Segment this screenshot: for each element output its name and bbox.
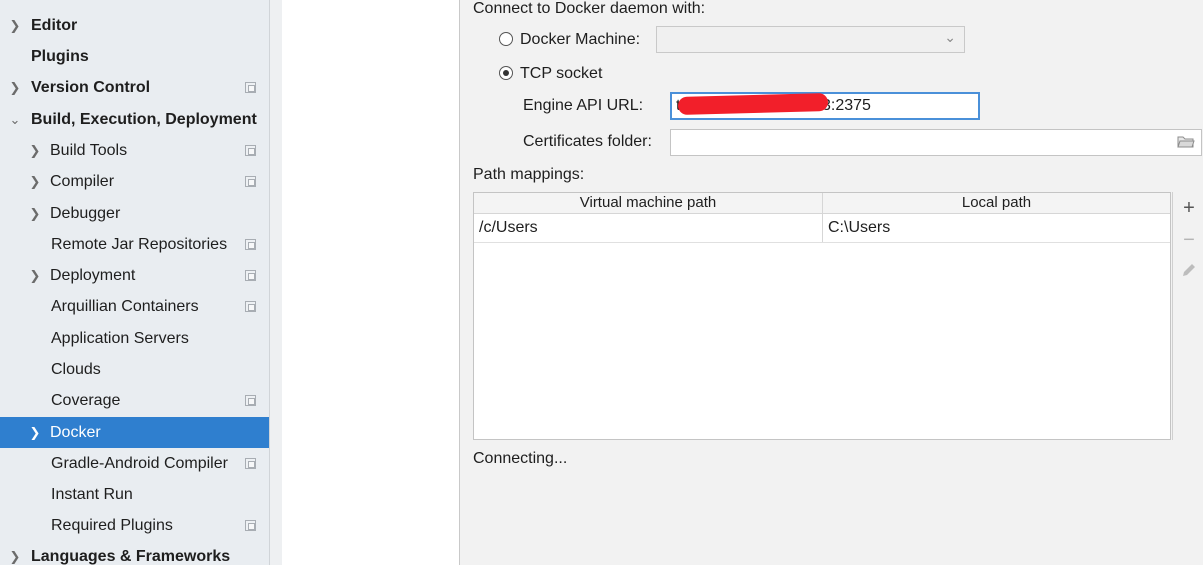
copy-icon xyxy=(245,301,256,312)
sidebar-item-deployment[interactable]: ❯ Deployment xyxy=(0,260,269,291)
chevron-down-icon: ⌄ xyxy=(944,29,956,45)
connection-status: Connecting... xyxy=(473,450,568,467)
chevron-right-icon: ❯ xyxy=(29,268,41,283)
sidebar-item-remote-jar-repositories[interactable]: Remote Jar Repositories xyxy=(0,229,269,260)
sidebar-item-languages-frameworks[interactable]: ❯ Languages & Frameworks xyxy=(0,541,269,565)
sidebar-item-label: Deployment xyxy=(50,267,136,284)
sidebar-item-application-servers[interactable]: Application Servers xyxy=(0,323,269,354)
vm-path-cell[interactable]: /c/Users xyxy=(479,214,538,242)
sidebar-item-label: Remote Jar Repositories xyxy=(51,236,228,253)
sidebar-item-label: Editor xyxy=(31,17,78,34)
sidebar-item-arquillian-containers[interactable]: Arquillian Containers xyxy=(0,291,269,322)
sidebar-item-build-execution-deployment[interactable]: ⌄ Build, Execution, Deployment xyxy=(0,104,269,135)
sidebar-item-editor[interactable]: ❯ Editor xyxy=(0,10,269,41)
column-divider xyxy=(822,193,823,242)
sidebar-item-label: Docker xyxy=(50,424,101,441)
copy-icon xyxy=(245,82,256,93)
chevron-right-icon: ❯ xyxy=(9,18,21,33)
sidebar-item-gradle-android-compiler[interactable]: Gradle-Android Compiler xyxy=(0,448,269,479)
copy-icon xyxy=(245,270,256,281)
sidebar-item-required-plugins[interactable]: Required Plugins xyxy=(0,510,269,541)
copy-icon xyxy=(245,520,256,531)
remove-icon[interactable]: − xyxy=(1177,228,1201,252)
sidebar-item-label: Gradle-Android Compiler xyxy=(51,455,228,472)
chevron-right-icon: ❯ xyxy=(29,143,41,158)
copy-icon xyxy=(245,395,256,406)
chevron-right-icon: › xyxy=(8,0,22,10)
sidebar-item-debugger[interactable]: ❯ Debugger xyxy=(0,198,269,229)
chevron-right-icon: ❯ xyxy=(9,80,21,95)
path-mappings-label: Path mappings: xyxy=(473,166,585,183)
sidebar-item-label: Application Servers xyxy=(51,330,189,347)
copy-icon xyxy=(245,458,256,469)
sidebar-item-label: Build, Execution, Deployment xyxy=(31,111,257,128)
settings-sidebar: › ❯ Editor Plugins ❯ Version Control ⌄ B… xyxy=(0,0,270,565)
tcp-socket-radio[interactable] xyxy=(499,66,513,80)
certificates-folder-label: Certificates folder: xyxy=(523,133,652,150)
certificates-folder-input[interactable] xyxy=(670,129,1202,156)
folder-icon[interactable] xyxy=(1177,135,1195,149)
engine-api-url-end: 3:2375 xyxy=(822,97,871,114)
sidebar-item-instant-run[interactable]: Instant Run xyxy=(0,479,269,510)
column-header-vm-path[interactable]: Virtual machine path xyxy=(474,193,822,213)
copy-icon xyxy=(245,145,256,156)
sidebar-item-clouds[interactable]: Clouds xyxy=(0,354,269,385)
add-icon[interactable]: + xyxy=(1177,196,1201,220)
sidebar-item-label: Compiler xyxy=(50,173,115,190)
engine-api-url-label: Engine API URL: xyxy=(523,97,644,114)
sidebar-item-label: Build Tools xyxy=(50,142,128,159)
table-toolbar: + − xyxy=(1172,192,1203,440)
sidebar-item-label: Arquillian Containers xyxy=(51,298,199,315)
sidebar-item-label: Clouds xyxy=(51,361,101,378)
docker-machine-label[interactable]: Docker Machine: xyxy=(520,31,640,49)
sidebar-item-label: Plugins xyxy=(31,48,89,65)
column-header-local-path[interactable]: Local path xyxy=(823,193,1170,213)
chevron-right-icon: ❯ xyxy=(29,174,41,189)
copy-icon xyxy=(245,176,256,187)
sidebar-item-label: Debugger xyxy=(50,205,121,222)
connect-label: Connect to Docker daemon with: xyxy=(473,0,706,17)
sidebar-item-label: Coverage xyxy=(51,392,121,409)
docker-machine-radio[interactable] xyxy=(499,32,513,46)
chevron-down-icon: ⌄ xyxy=(9,112,21,127)
sidebar-item-label: Instant Run xyxy=(51,486,133,503)
sidebar-item-label: Required Plugins xyxy=(51,517,173,534)
copy-icon xyxy=(245,239,256,250)
sidebar-item-label: Version Control xyxy=(31,79,151,96)
sidebar-item-docker[interactable]: ❯ Docker xyxy=(0,417,269,448)
chevron-right-icon: ❯ xyxy=(29,425,41,440)
tcp-socket-label[interactable]: TCP socket xyxy=(520,65,602,83)
chevron-right-icon: ❯ xyxy=(29,206,41,221)
path-mappings-table: Virtual machine path Local path /c/Users… xyxy=(473,192,1171,440)
sidebar-item-plugins[interactable]: Plugins xyxy=(0,41,269,72)
sidebar-item-compiler[interactable]: ❯ Compiler xyxy=(0,166,269,197)
local-path-cell[interactable]: C:\Users xyxy=(828,214,890,242)
pencil-icon[interactable] xyxy=(1181,262,1197,278)
sidebar-item-build-tools[interactable]: ❯ Build Tools xyxy=(0,135,269,166)
sidebar-item-label: Languages & Frameworks xyxy=(31,548,231,565)
sidebar-item-coverage[interactable]: Coverage xyxy=(0,385,269,416)
sidebar-item-version-control[interactable]: ❯ Version Control xyxy=(0,72,269,103)
docker-machine-select[interactable]: ⌄ xyxy=(656,26,965,53)
sidebar-splitter[interactable] xyxy=(270,0,282,565)
sidebar-item-cut-off[interactable]: › xyxy=(0,0,269,10)
chevron-right-icon: ❯ xyxy=(9,549,21,564)
